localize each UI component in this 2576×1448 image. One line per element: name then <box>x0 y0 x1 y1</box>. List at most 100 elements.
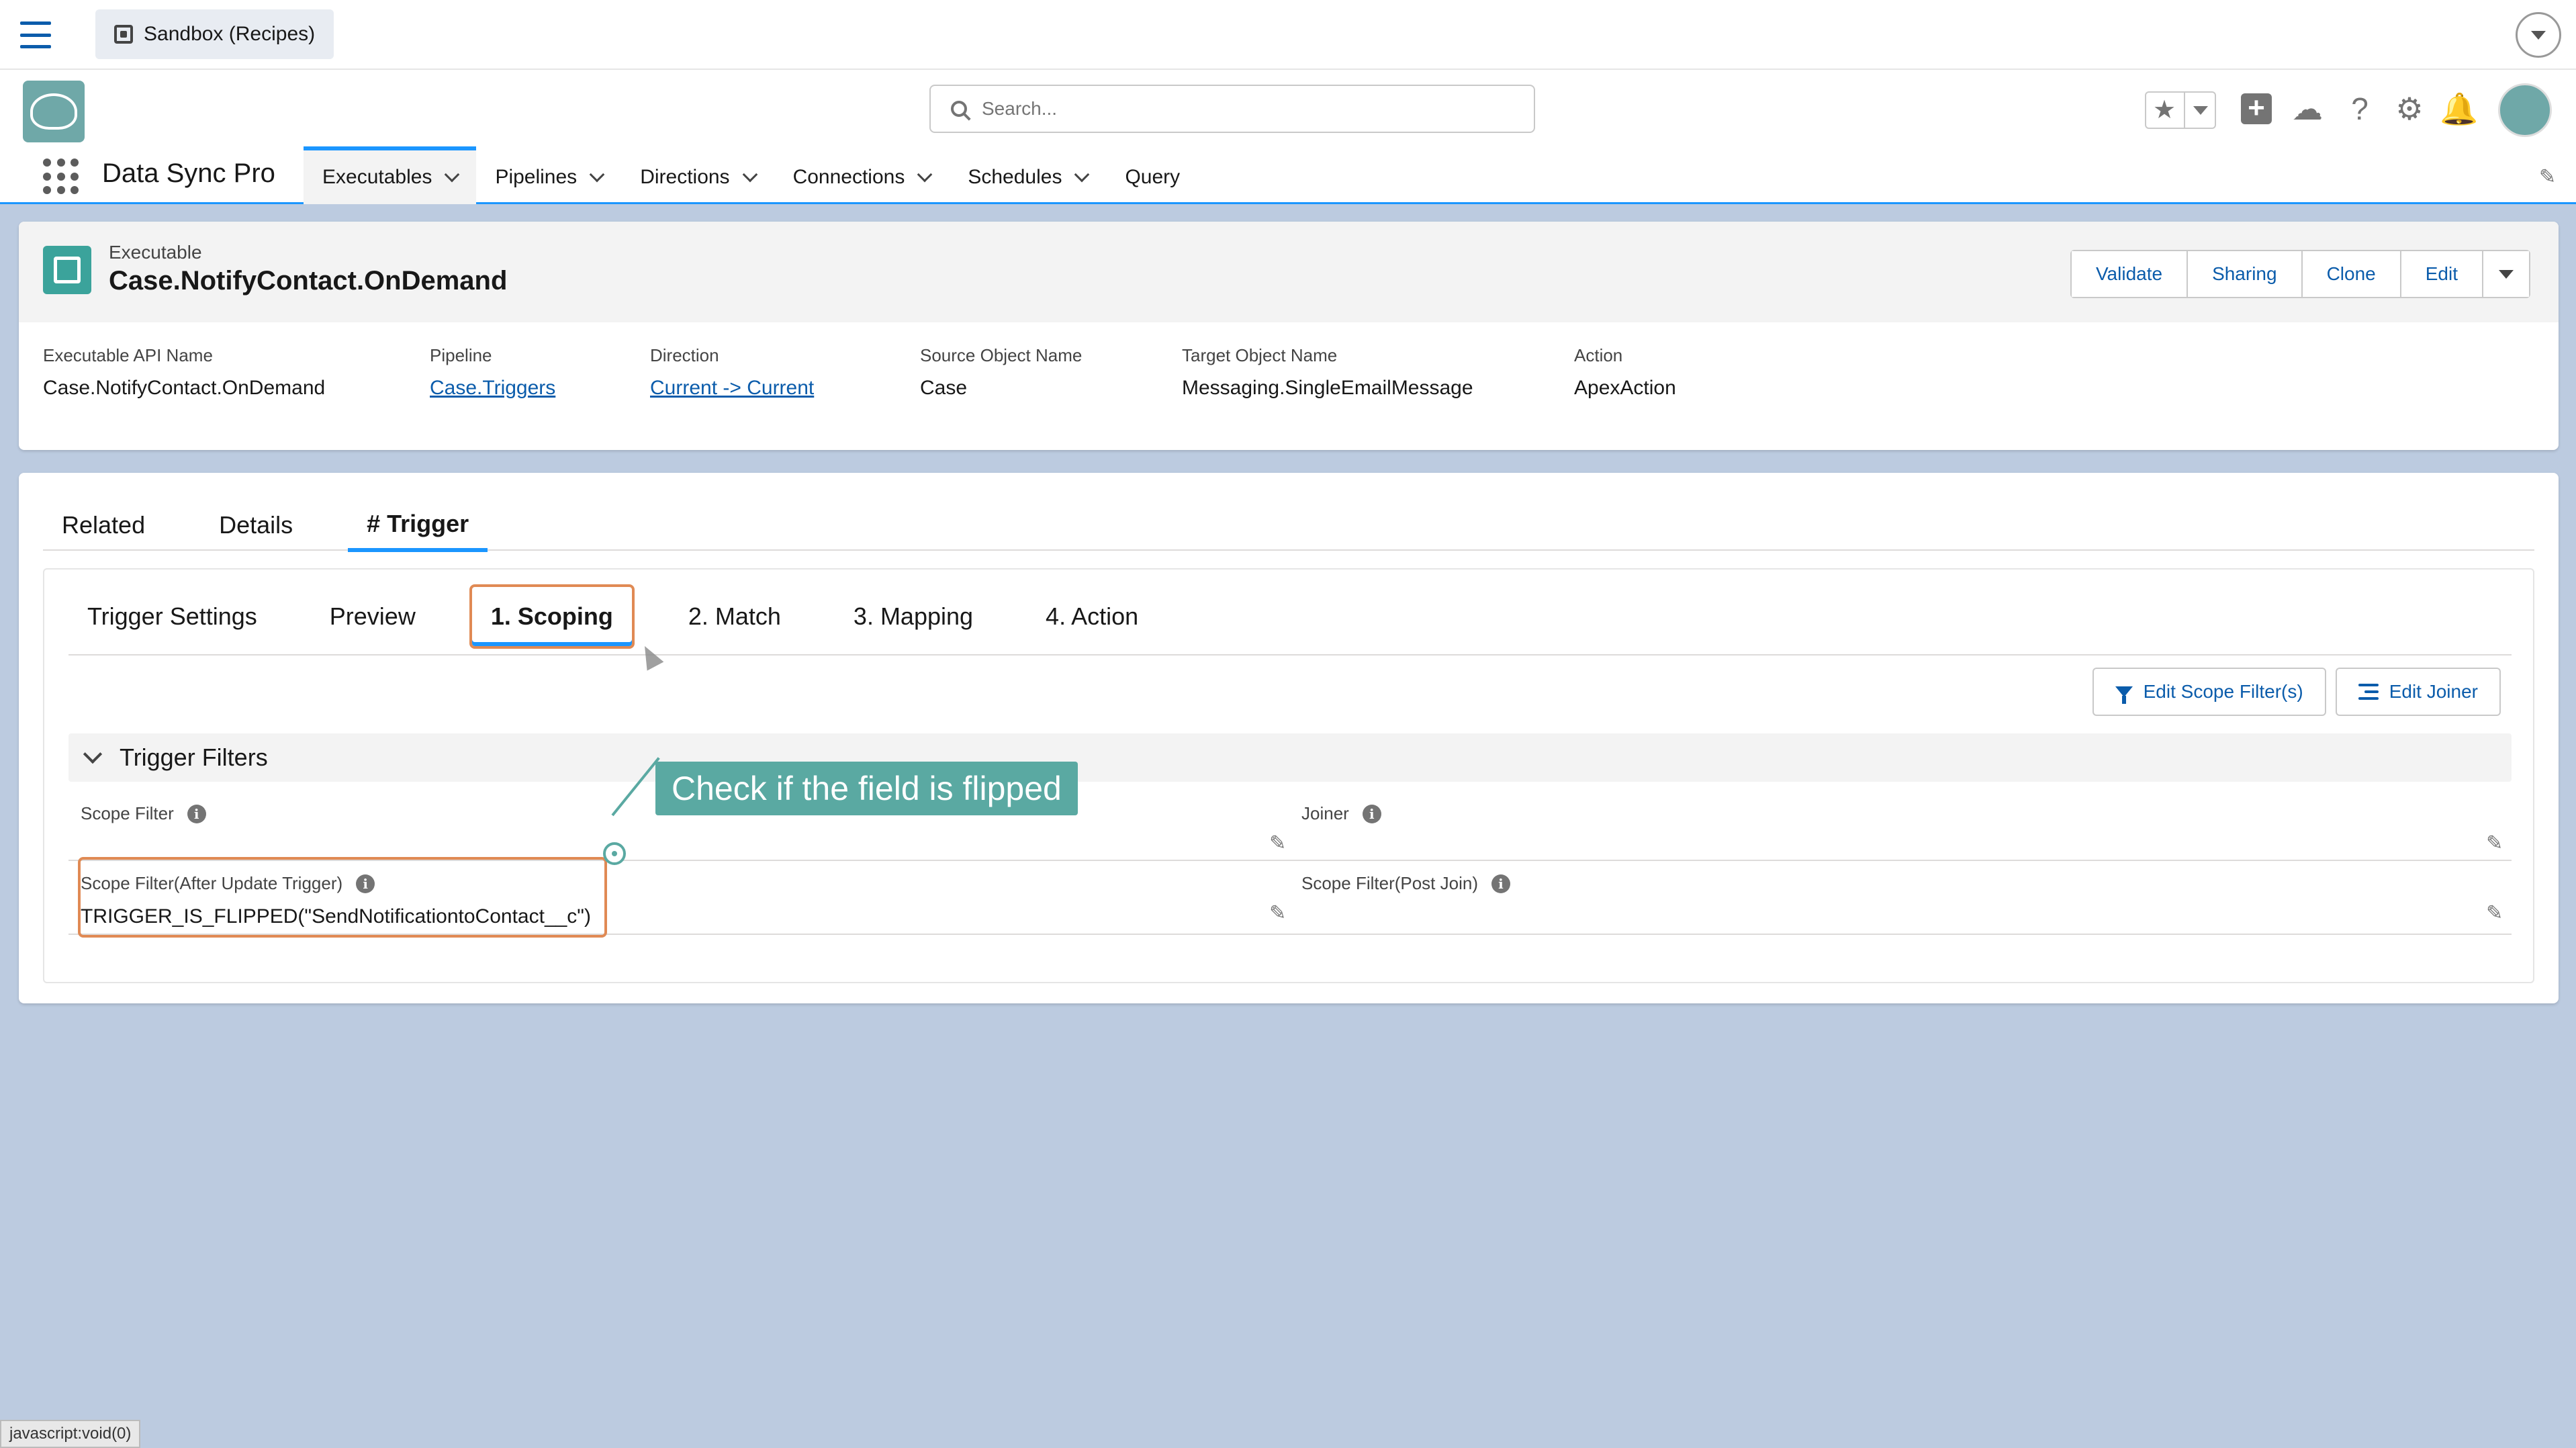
star-icon[interactable]: ★ <box>2153 93 2186 128</box>
trailhead-icon[interactable]: ☁ <box>2287 89 2328 129</box>
favorites-button-group[interactable]: ★ <box>2145 91 2216 129</box>
subtab-scoping[interactable]: 1. Scoping <box>469 584 635 649</box>
record-tabs: Related Details # Trigger <box>43 500 2534 552</box>
edit-pencil-icon[interactable]: ✎ <box>2486 903 2505 923</box>
chevron-down-icon[interactable] <box>589 167 605 183</box>
subtab-trigger-settings[interactable]: Trigger Settings <box>68 584 276 649</box>
sharing-button[interactable]: Sharing <box>2188 251 2303 297</box>
field-label: Joiner i <box>1301 803 1381 824</box>
search-input[interactable] <box>982 98 1506 120</box>
app-launcher-icon[interactable] <box>43 159 79 195</box>
subtab-preview[interactable]: Preview <box>311 584 434 649</box>
tab-details[interactable]: Details <box>200 500 312 551</box>
edit-pencil-icon[interactable]: ✎ <box>1269 833 1288 854</box>
record-detail-card: Related Details # Trigger Trigger Settin… <box>19 473 2559 1003</box>
record-title: Case.NotifyContact.OnDemand <box>109 266 508 296</box>
tab-related[interactable]: Related <box>43 500 164 551</box>
notifications-bell-icon[interactable]: 🔔 <box>2439 89 2479 129</box>
info-icon[interactable]: i <box>1362 804 1381 823</box>
field-label: Pipeline <box>430 345 492 365</box>
section-title: Trigger Filters <box>120 743 268 771</box>
help-icon[interactable]: ? <box>2340 89 2380 129</box>
nav-item-connections[interactable]: Connections <box>774 146 950 204</box>
subtab-mapping[interactable]: 3. Mapping <box>835 584 992 649</box>
sandbox-tab[interactable]: Sandbox (Recipes) <box>95 9 334 59</box>
chevron-down-icon <box>2531 30 2546 40</box>
joiner-field: Joiner i ✎ <box>1289 794 2512 861</box>
field-label: Direction <box>650 345 719 365</box>
edit-pencil-icon[interactable]: ✎ <box>1269 903 1288 923</box>
record-highlights: Executable Case.NotifyContact.OnDemand V… <box>19 222 2559 322</box>
scope-toolbar: Edit Scope Filter(s) Edit Joiner <box>2092 668 2501 716</box>
tab-trigger[interactable]: # Trigger <box>348 500 488 552</box>
chevron-down-icon[interactable] <box>1074 167 1090 183</box>
nav-item-label: Connections <box>792 166 905 188</box>
nav-item-label: Executables <box>322 166 432 188</box>
edit-joiner-button[interactable]: Edit Joiner <box>2335 668 2501 716</box>
field-target-object-name: Target Object Name Messaging.SingleEmail… <box>1182 345 1574 400</box>
validate-button[interactable]: Validate <box>2071 251 2189 297</box>
field-value: Messaging.SingleEmailMessage <box>1182 377 1473 399</box>
subtab-action[interactable]: 4. Action <box>1027 584 1157 649</box>
favorites-dropdown-icon[interactable] <box>2193 105 2209 115</box>
filter-funnel-icon <box>2115 686 2133 704</box>
scope-filter-after-update-label: Scope Filter(After Update Trigger) <box>81 873 343 893</box>
chevron-down-icon <box>2499 269 2514 279</box>
info-icon[interactable]: i <box>356 874 375 893</box>
more-actions-button[interactable] <box>2483 251 2529 297</box>
edit-button[interactable]: Edit <box>2401 251 2483 297</box>
nav-item-label: Directions <box>640 166 730 188</box>
field-label: Target Object Name <box>1182 345 1338 365</box>
field-label: Scope Filter(After Update Trigger) i <box>81 873 375 894</box>
user-avatar[interactable] <box>2498 83 2552 137</box>
edit-scope-filters-button[interactable]: Edit Scope Filter(s) <box>2092 668 2326 716</box>
nav-item-label: Schedules <box>968 166 1062 188</box>
record-header-card: Executable Case.NotifyContact.OnDemand V… <box>19 222 2559 450</box>
executable-record-icon <box>43 246 91 294</box>
chevron-down-icon[interactable] <box>742 167 757 183</box>
nav-item-pipelines[interactable]: Pipelines <box>476 146 621 204</box>
nav-item-schedules[interactable]: Schedules <box>949 146 1106 204</box>
trigger-filters-section-header[interactable]: Trigger Filters <box>68 733 2512 782</box>
field-action: Action ApexAction <box>1574 345 1776 400</box>
trigger-panel: Trigger Settings Preview 1. Scoping 2. M… <box>43 568 2534 983</box>
scope-filter-post-join-label: Scope Filter(Post Join) <box>1301 873 1478 893</box>
direction-link[interactable]: Current -> Current <box>650 377 920 400</box>
nav-item-label: Query <box>1125 166 1181 188</box>
joiner-label: Joiner <box>1301 803 1349 823</box>
field-label: Scope Filter i <box>81 803 206 824</box>
nav-bar: Executables Pipelines Directions Connect… <box>304 146 1199 204</box>
field-direction: Direction Current -> Current <box>650 345 920 400</box>
nav-item-executables[interactable]: Executables <box>304 146 477 204</box>
field-executable-api-name: Executable API Name Case.NotifyContact.O… <box>43 345 430 400</box>
pipeline-link[interactable]: Case.Triggers <box>430 377 650 400</box>
field-value: Case <box>920 377 968 399</box>
edit-pencil-icon[interactable]: ✎ <box>2486 833 2505 854</box>
app-name: Data Sync Pro <box>102 159 275 188</box>
sandbox-label: Sandbox (Recipes) <box>144 23 316 45</box>
global-actions-icon[interactable]: + <box>2236 89 2276 129</box>
clone-button[interactable]: Clone <box>2302 251 2401 297</box>
chevron-down-icon[interactable] <box>445 167 460 183</box>
scope-filter-label: Scope Filter <box>81 803 174 823</box>
nav-item-directions[interactable]: Directions <box>621 146 774 204</box>
field-source-object-name: Source Object Name Case <box>920 345 1182 400</box>
subtab-match[interactable]: 2. Match <box>670 584 800 649</box>
chevron-down-icon[interactable] <box>917 167 933 183</box>
info-icon[interactable]: i <box>1491 874 1510 893</box>
field-value: ApexAction <box>1574 377 1676 399</box>
edit-nav-pencil-icon[interactable]: ✎ <box>2539 165 2556 189</box>
hamburger-menu-icon[interactable] <box>20 21 51 48</box>
field-label: Scope Filter(Post Join) i <box>1301 873 1510 894</box>
field-pipeline: Pipeline Case.Triggers <box>430 345 650 400</box>
nav-item-query[interactable]: Query <box>1106 146 1199 204</box>
scope-filter-post-join-field: Scope Filter(Post Join) i ✎ <box>1289 864 2512 935</box>
field-label: Executable API Name <box>43 345 213 365</box>
tab-overflow-dropdown[interactable] <box>2516 12 2561 58</box>
sandbox-icon <box>114 25 133 44</box>
global-search[interactable] <box>929 85 1535 133</box>
record-fields: Executable API Name Case.NotifyContact.O… <box>43 345 1776 400</box>
chevron-down-icon[interactable] <box>83 744 103 764</box>
info-icon[interactable]: i <box>187 804 206 823</box>
setup-gear-icon[interactable]: ⚙ <box>2389 89 2430 129</box>
